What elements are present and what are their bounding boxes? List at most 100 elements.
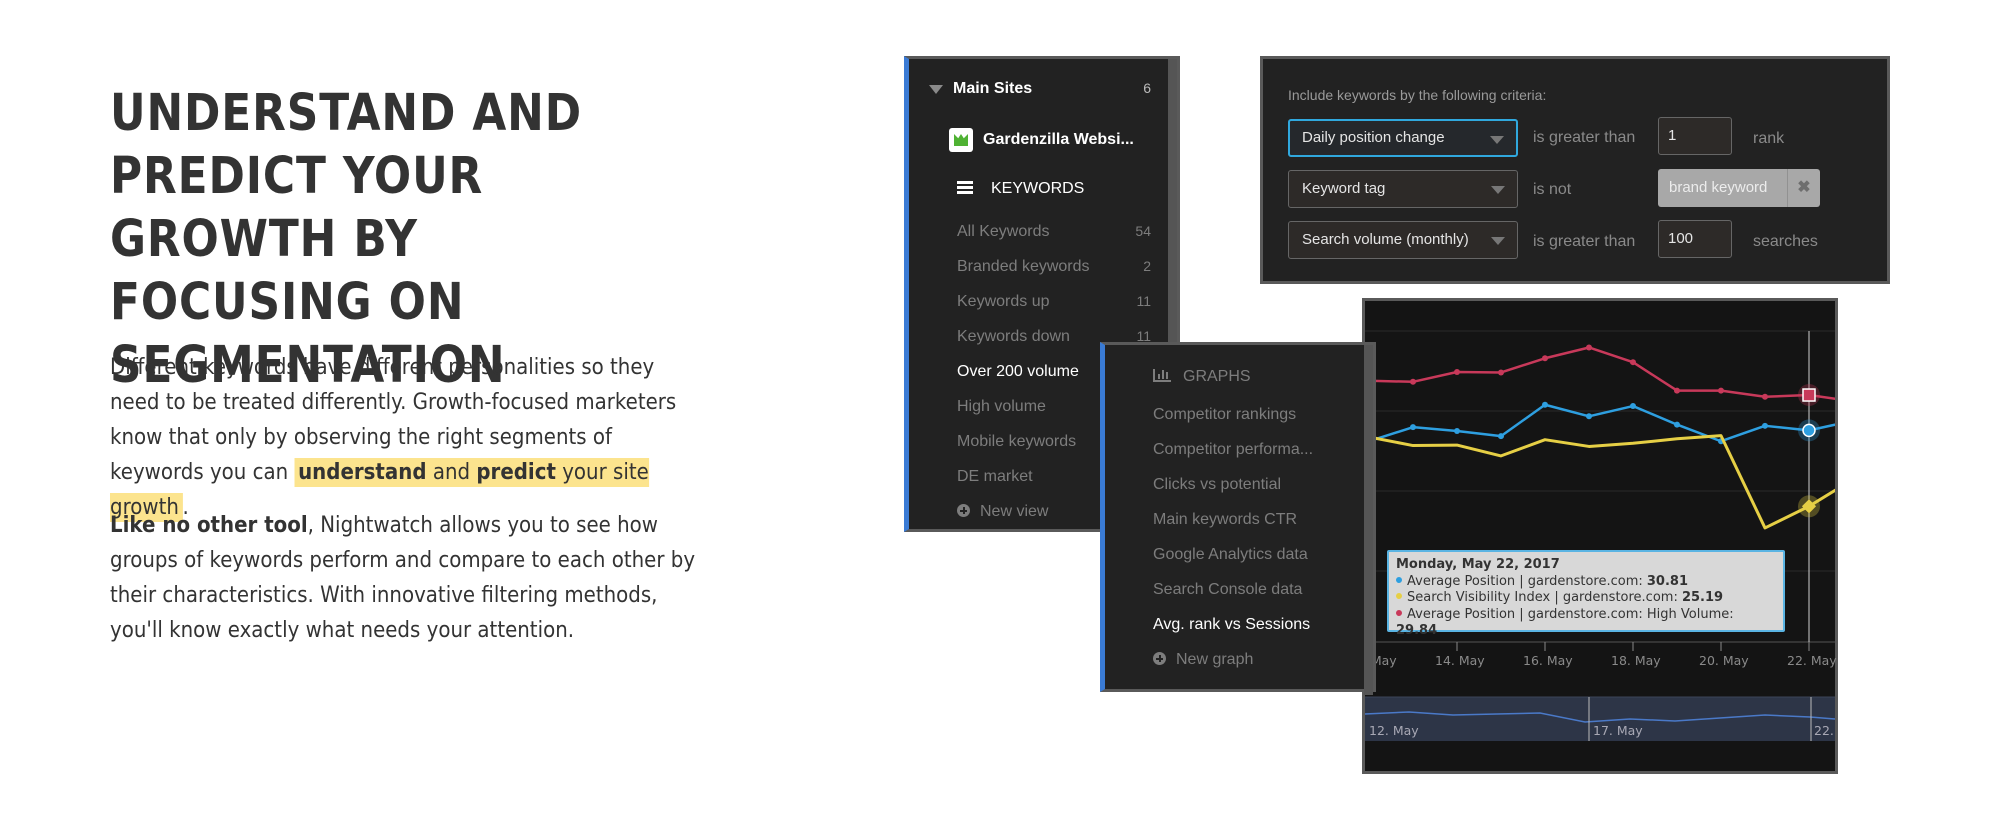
x-tick-label: 22. May <box>1787 653 1837 668</box>
select-value: Daily position change <box>1302 129 1445 146</box>
data-point <box>1630 403 1636 410</box>
new-view-label: New view <box>980 503 1049 520</box>
graph-item-competitor-performance[interactable]: Competitor performa... <box>1153 441 1313 459</box>
plus-circle-icon <box>1153 652 1166 665</box>
graph-item-competitor-rankings[interactable]: Competitor rankings <box>1153 406 1296 424</box>
highlight-text: and <box>426 460 477 485</box>
data-point <box>1454 368 1460 375</box>
feature-lead: Like no other tool <box>110 513 308 538</box>
data-point <box>1498 433 1504 440</box>
series-dot-icon <box>1396 576 1402 583</box>
section-label: KEYWORDS <box>991 180 1085 197</box>
headline-line: FOCUSING ON <box>110 273 465 332</box>
data-point <box>1542 355 1548 362</box>
plus-circle-icon <box>957 504 970 517</box>
series-dot-icon <box>1396 593 1402 599</box>
graphs-section-header: GRAPHS <box>1153 368 1251 386</box>
navigator-label: 22. <box>1814 723 1834 738</box>
navigator-label: 17. May <box>1593 723 1643 738</box>
item-label: Branded keywords <box>957 258 1090 275</box>
section-label: GRAPHS <box>1183 368 1251 385</box>
dropdown-caret-icon <box>1491 237 1505 245</box>
item-label: Over 200 volume <box>957 363 1079 380</box>
group-count: 6 <box>1143 80 1151 96</box>
item-label: Keywords up <box>957 293 1050 310</box>
item-label: DE market <box>957 468 1033 485</box>
list-icon <box>957 181 973 195</box>
data-point <box>1542 401 1548 408</box>
site-name: Gardenzilla Websi... <box>983 131 1134 148</box>
bold-predict: predict <box>476 460 556 485</box>
item-label: High volume <box>957 398 1046 415</box>
tag-label: brand keyword <box>1669 179 1768 196</box>
hover-marker-blue <box>1802 423 1816 438</box>
item-label: Keywords down <box>957 328 1070 345</box>
tooltip-value: 29.84 <box>1396 623 1438 638</box>
new-graph-label: New graph <box>1176 651 1254 668</box>
bar-chart-icon <box>1153 369 1171 382</box>
criteria-field-select-2[interactable]: Keyword tag <box>1288 170 1518 208</box>
new-graph-button[interactable]: New graph <box>1153 651 1253 669</box>
data-point <box>1410 378 1416 385</box>
x-tick-label: 14. May <box>1435 653 1485 668</box>
graphs-scrollbar[interactable] <box>1364 345 1373 695</box>
criteria-title: Include keywords by the following criter… <box>1288 87 1547 103</box>
data-point <box>1410 424 1416 431</box>
navigator-label: 12. May <box>1369 723 1419 738</box>
intro-paragraph: Different keywords have different person… <box>110 350 704 525</box>
item-count: 11 <box>1136 293 1151 309</box>
criteria-value-input-1[interactable]: 1 <box>1658 117 1732 155</box>
graph-panel: Monday, May 22, 2017 Average Position | … <box>1347 298 1838 774</box>
x-tick-label: 20. May <box>1699 653 1749 668</box>
data-point <box>1586 413 1592 420</box>
select-value: Keyword tag <box>1302 180 1386 197</box>
tooltip-label: Search Visibility Index | gardenstore.co… <box>1407 590 1682 605</box>
tooltip-label: Average Position | gardenstore.com: <box>1407 573 1647 589</box>
criteria-value-input-3[interactable]: 100 <box>1658 220 1732 258</box>
tooltip-entry: Average Position | gardenstore.com: High… <box>1396 607 1776 640</box>
series-line <box>1365 434 1835 530</box>
chart-tooltip: Monday, May 22, 2017 Average Position | … <box>1387 550 1785 638</box>
criteria-operator: is greater than <box>1533 233 1636 250</box>
graph-item-search-console[interactable]: Search Console data <box>1153 581 1302 599</box>
data-point <box>1586 344 1592 351</box>
criteria-unit: searches <box>1753 233 1818 250</box>
hover-marker-red <box>1802 388 1816 402</box>
select-value: Search volume (monthly) <box>1302 231 1469 248</box>
tooltip-value: 25.19 <box>1681 590 1724 605</box>
tooltip-value: 30.81 <box>1646 573 1689 589</box>
graphs-menu: GRAPHS Competitor rankings Competitor pe… <box>1100 342 1376 695</box>
data-point <box>1674 387 1680 394</box>
tooltip-entry: Average Position | gardenstore.com: 30.8… <box>1396 574 1776 591</box>
data-point <box>1762 393 1768 400</box>
dropdown-caret-icon <box>1491 186 1505 194</box>
criteria-unit: rank <box>1753 130 1785 147</box>
keyword-tag-chip: brand keyword ✖ <box>1658 169 1820 207</box>
graph-item-google-analytics[interactable]: Google Analytics data <box>1153 546 1308 564</box>
graph-item-main-keywords-ctr[interactable]: Main keywords CTR <box>1153 511 1297 529</box>
criteria-field-select-3[interactable]: Search volume (monthly) <box>1288 221 1518 259</box>
sidebar-scrollbar[interactable] <box>1168 59 1177 359</box>
collapse-triangle-icon[interactable] <box>929 85 943 94</box>
criteria-field-select-1[interactable]: Daily position change <box>1288 119 1518 157</box>
criteria-operator: is not <box>1533 181 1572 198</box>
tooltip-date: Monday, May 22, 2017 <box>1396 557 1560 572</box>
data-point <box>1762 422 1768 429</box>
item-count: 54 <box>1135 223 1151 239</box>
line-chart[interactable] <box>1365 301 1835 771</box>
series-dot-icon <box>1396 609 1402 616</box>
bold-understand: understand <box>298 460 427 485</box>
x-tick-label: 18. May <box>1611 653 1661 668</box>
headline-line: UNDERSTAND AND <box>110 84 582 143</box>
graph-item-avg-rank-vs-sessions[interactable]: Avg. rank vs Sessions <box>1153 616 1310 634</box>
item-label: Mobile keywords <box>957 433 1077 450</box>
data-point <box>1718 387 1724 394</box>
series-line <box>1365 346 1835 401</box>
criteria-operator: is greater than <box>1533 129 1636 146</box>
data-point <box>1674 421 1680 428</box>
graph-item-clicks-vs-potential[interactable]: Clicks vs potential <box>1153 476 1281 494</box>
tooltip-entry: Search Visibility Index | gardenstore.co… <box>1396 590 1776 607</box>
headline-line: PREDICT YOUR GROWTH BY <box>110 147 484 269</box>
remove-tag-icon[interactable]: ✖ <box>1787 169 1820 207</box>
filter-criteria-panel: Include keywords by the following criter… <box>1260 56 1890 284</box>
